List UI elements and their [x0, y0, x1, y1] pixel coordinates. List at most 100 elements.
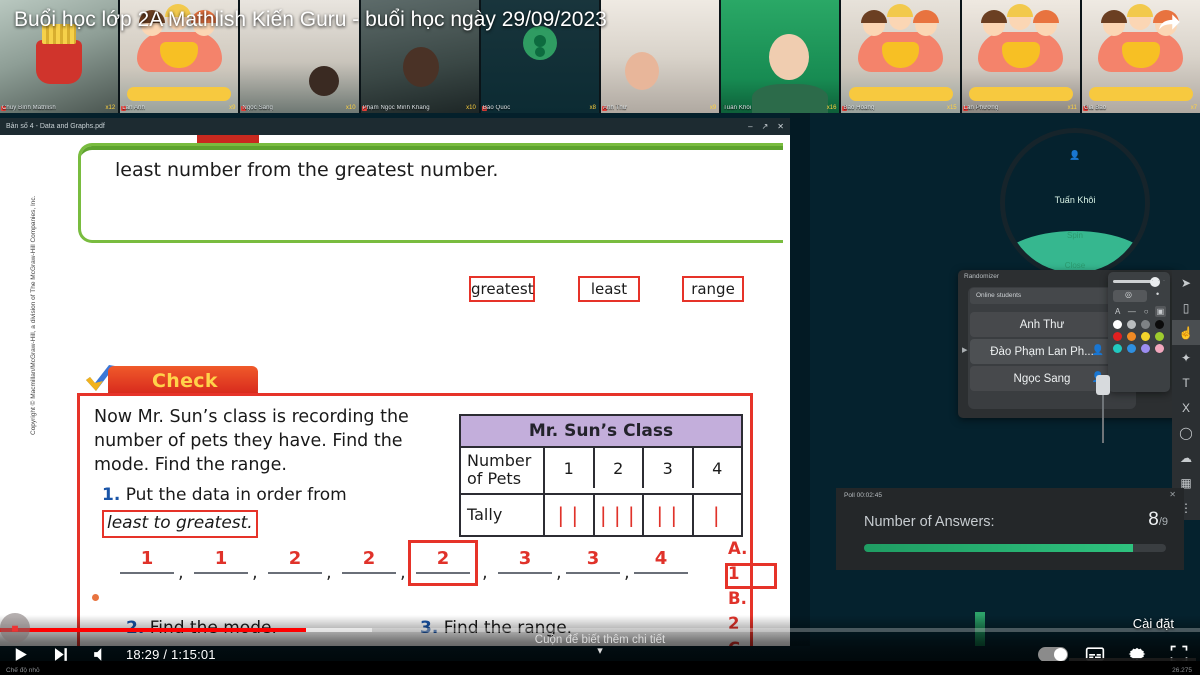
participant-tile-active[interactable]: Tuấn Khôi x16 [721, 0, 840, 113]
annotation-style-popover[interactable]: · · · A — ○ ▣ [1108, 272, 1170, 392]
color-swatch[interactable] [1127, 344, 1136, 353]
participant-name: Phạm Ngọc Minh Khang [362, 105, 430, 111]
color-swatch[interactable] [1113, 344, 1122, 353]
close-icon[interactable]: ✕ [777, 122, 784, 131]
tally-cell: || [545, 494, 595, 535]
spin-button[interactable]: Spin [1005, 231, 1145, 240]
color-swatch[interactable] [1113, 320, 1122, 329]
table-row: Tally || ||| || | [461, 492, 741, 535]
close-icon[interactable]: ✕ [1169, 490, 1176, 499]
shape-type-row: A — ○ ▣ [1112, 306, 1166, 317]
hand-icon[interactable]: ☝ [1172, 320, 1200, 345]
progress-played [0, 628, 306, 632]
list-item-selected[interactable]: Đào Phạm Lan Ph... 👤 [962, 339, 1124, 364]
coin-count: x12 [105, 105, 116, 111]
stroke-width-small-button[interactable] [1152, 289, 1164, 302]
opacity-slider[interactable] [1113, 276, 1160, 287]
spinner-close-button[interactable]: Close [1005, 261, 1145, 270]
vocab-chip-range: range [682, 276, 744, 302]
problem-area: Now Mr. Sun’s class is recording the num… [77, 393, 777, 646]
participant-tile[interactable]: Lan Phương x11 [961, 0, 1080, 113]
tile-video [601, 0, 720, 113]
annotation-tool-rail[interactable]: ➤ ▯ ☝ ✦ T X ◯ ☁ ▦ ⋮ [1172, 270, 1200, 520]
poll-header: Poll 00:02:45 [844, 492, 882, 499]
question-1-text: Put the data in order from [125, 485, 347, 505]
erase-x-icon[interactable]: X [1172, 395, 1200, 420]
tile-video [961, 0, 1080, 113]
poll-label: Number of Answers: [864, 514, 995, 530]
color-swatch[interactable] [1155, 344, 1164, 353]
color-swatch[interactable] [1113, 332, 1122, 341]
color-swatch-grid[interactable] [1113, 320, 1165, 353]
text-tool-icon[interactable]: A [1112, 306, 1123, 317]
color-swatch[interactable] [1141, 344, 1150, 353]
participant-tile[interactable]: Anh Thư x9 [601, 0, 720, 113]
coin-count: x9 [709, 105, 717, 111]
comma: , [400, 562, 406, 583]
video-progress-bar[interactable] [0, 628, 1200, 632]
pen-icon[interactable]: ✦ [1172, 345, 1200, 370]
color-swatch[interactable] [1155, 320, 1164, 329]
participant-name: Bảo Hoàng [843, 105, 875, 111]
pdf-page-canvas[interactable]: Copyright © Macmillan/McGraw-Hill, a div… [0, 135, 790, 646]
name-spinner-widget[interactable]: 👤 Tuấn Khôi Spin Close [1000, 128, 1150, 278]
definition-callout: least number from the greatest number. [78, 143, 783, 243]
participant-name: Lan Anh [122, 105, 145, 111]
online-students-label: Online students [970, 288, 1114, 304]
slider-knob[interactable] [1096, 375, 1110, 395]
pdf-filename: Bản số 4 - Data and Graphs.pdf [6, 123, 105, 130]
text-icon[interactable]: T [1172, 370, 1200, 395]
screen-root: Chúy Bình Mathlish x12 Lan Anh x9 Ngọc S… [0, 0, 1200, 675]
progress-loaded [306, 628, 372, 632]
participant-name: Chúy Bình Mathlish [2, 105, 56, 111]
coin-count: x16 [826, 105, 837, 111]
color-swatch[interactable] [1155, 332, 1164, 341]
scroll-slider[interactable] [1096, 375, 1110, 443]
tally-cell: || [644, 494, 694, 535]
color-swatch[interactable] [1127, 332, 1136, 341]
tile-video [841, 0, 960, 113]
check-label: Check [152, 370, 218, 392]
ordered-values-row: 1 , 1 , 2 , 2 , 2 , 3 , 3 , 4 [98, 540, 688, 596]
student-name: Đào Phạm Lan Ph... [990, 345, 1094, 358]
tally-cell: ||| [595, 494, 644, 535]
cloud-icon[interactable]: ☁ [1172, 445, 1200, 470]
tally-cell: | [710, 502, 725, 527]
spinner-wheel[interactable]: 👤 Tuấn Khôi Spin Close [1000, 128, 1150, 278]
kids-cartoon-overlay [962, 4, 1080, 113]
coin-count: x15 [946, 105, 957, 111]
list-item[interactable]: Anh Thư [970, 312, 1114, 337]
comma: , [326, 562, 332, 583]
more-options-icon[interactable]: · · · [1152, 278, 1166, 284]
color-swatch[interactable] [1141, 332, 1150, 341]
participant-name: Lan Phương [963, 105, 999, 111]
video-title: Buổi học lớp 2A Mathlish Kiến Guru - buổ… [14, 8, 607, 31]
fries-costume [36, 24, 83, 84]
color-swatch[interactable] [1127, 320, 1136, 329]
rect-tool-icon[interactable]: ▣ [1154, 306, 1166, 317]
list-item[interactable]: Ngọc Sang 👤 [970, 366, 1114, 391]
share-arrow-icon[interactable] [1156, 9, 1190, 39]
student-name: Ngọc Sang [1013, 372, 1071, 385]
data-table: Mr. Sun’s Class Number of Pets 1 2 3 4 T… [459, 414, 743, 537]
color-swatch[interactable] [1141, 320, 1150, 329]
participant-name: Gia Bảo [1083, 105, 1107, 111]
scrubber-thumb: ◼ [11, 622, 19, 633]
cursor-icon[interactable]: ➤ [1172, 270, 1200, 295]
stroke-width-large-button[interactable] [1113, 290, 1147, 302]
answer-value: 4 [654, 548, 668, 569]
circle-tool-icon[interactable]: ○ [1141, 306, 1152, 317]
person-icon: 👤 [1069, 149, 1081, 160]
definition-text: least number from the greatest number. [115, 159, 499, 181]
coin-count: x11 [1067, 105, 1077, 111]
minimize-icon[interactable]: – [748, 122, 752, 131]
circle-shape-icon[interactable]: ◯ [1172, 420, 1200, 445]
line-tool-icon[interactable]: — [1126, 306, 1137, 317]
lasso-select-icon[interactable]: ▯ [1172, 295, 1200, 320]
question-1-number: 1. [102, 485, 121, 505]
time-display: 18:29 / 1:15:01 [126, 646, 216, 662]
participant-tile[interactable]: Bảo Hoàng x15 [841, 0, 960, 113]
restore-icon[interactable]: ↗ [762, 122, 769, 131]
problem-statement: Now Mr. Sun’s class is recording the num… [94, 407, 409, 475]
participant-name: Tuấn Khôi [723, 105, 752, 111]
